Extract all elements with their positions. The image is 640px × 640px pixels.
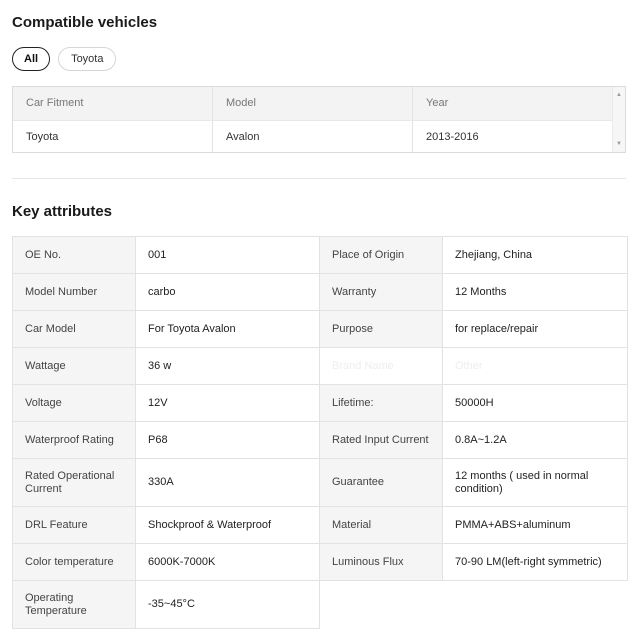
attribute-label: Rated Input Current (319, 421, 443, 459)
table-row: Rated Operational Current 330A Guarantee… (12, 458, 628, 507)
table-row: Color temperature 6000K-7000K Luminous F… (12, 543, 628, 581)
attribute-value: 36 w (135, 347, 320, 385)
attribute-label: Rated Operational Current (12, 458, 136, 507)
filter-chip-all[interactable]: All (12, 47, 51, 71)
table-row: Waterproof Rating P68 Rated Input Curren… (12, 421, 628, 459)
attribute-value: 12 months ( used in normal condition) (442, 458, 628, 507)
attribute-label: Wattage (12, 347, 136, 385)
attribute-label: Material (319, 506, 443, 544)
attribute-value-faded: Other (442, 347, 628, 385)
compatible-vehicles-title: Compatible vehicles (12, 14, 158, 31)
attribute-value: P68 (135, 421, 320, 459)
attribute-label: Car Model (12, 310, 136, 348)
table-row: Car Model For Toyota Avalon Purpose for … (12, 310, 628, 348)
table-row: Toyota Avalon 2013-2016 (13, 121, 625, 152)
attribute-label: Lifetime: (319, 384, 443, 422)
table-row: Voltage 12V Lifetime: 50000H (12, 384, 628, 422)
attribute-label: Purpose (319, 310, 443, 348)
fitment-scrollbar[interactable]: ▲ ▼ (612, 87, 625, 152)
section-divider (12, 178, 626, 179)
attribute-value: PMMA+ABS+aluminum (442, 506, 628, 544)
table-row: Wattage 36 w Brand Name Other (12, 347, 628, 385)
attribute-label: Place of Origin (319, 236, 443, 274)
attribute-label: Color temperature (12, 543, 136, 581)
attribute-value: for replace/repair (442, 310, 628, 348)
table-row: Operating Temperature -35~45°C (12, 580, 628, 629)
empty-cell (442, 580, 628, 629)
attribute-label: Waterproof Rating (12, 421, 136, 459)
attribute-label: Voltage (12, 384, 136, 422)
key-attributes-table: OE No. 001 Place of Origin Zhejiang, Chi… (12, 236, 628, 629)
empty-cell (319, 580, 443, 629)
column-header-car-fitment: Car Fitment (13, 87, 213, 120)
attribute-label: Operating Temperature (12, 580, 136, 629)
year-cell: 2013-2016 (426, 131, 479, 143)
attribute-value: carbo (135, 273, 320, 311)
table-row: DRL Feature Shockproof & Waterproof Mate… (12, 506, 628, 544)
table-row: Model Number carbo Warranty 12 Months (12, 273, 628, 311)
fitment-table: Car Fitment Model Year Toyota Avalon 201… (12, 86, 626, 153)
attribute-label: Warranty (319, 273, 443, 311)
model-cell: Avalon (213, 121, 413, 152)
attribute-value: 330A (135, 458, 320, 507)
attribute-value: -35~45°C (135, 580, 320, 629)
fitment-cell: Toyota (13, 121, 213, 152)
attribute-value: Zhejiang, China (442, 236, 628, 274)
attribute-value: Shockproof & Waterproof (135, 506, 320, 544)
attribute-label: Guarantee (319, 458, 443, 507)
attribute-value: 6000K-7000K (135, 543, 320, 581)
column-header-year: Year (426, 97, 449, 109)
attribute-value: 70-90 LM(left-right symmetric) (442, 543, 628, 581)
scroll-down-icon[interactable]: ▼ (615, 140, 623, 148)
column-header-model: Model (213, 87, 413, 120)
filter-chip-toyota[interactable]: Toyota (58, 47, 117, 71)
attribute-value: 0.8A~1.2A (442, 421, 628, 459)
scroll-up-icon[interactable]: ▲ (615, 91, 623, 99)
attribute-value: For Toyota Avalon (135, 310, 320, 348)
attribute-value: 12V (135, 384, 320, 422)
vehicle-filter-chips: All Toyota (12, 47, 117, 71)
attribute-label-faded: Brand Name (319, 347, 443, 385)
attribute-value: 50000H (442, 384, 628, 422)
attribute-label: DRL Feature (12, 506, 136, 544)
attribute-label: Luminous Flux (319, 543, 443, 581)
key-attributes-title: Key attributes (12, 203, 113, 220)
attribute-value: 001 (135, 236, 320, 274)
fitment-table-header: Car Fitment Model Year (13, 87, 625, 121)
attribute-label: OE No. (12, 236, 136, 274)
attribute-value: 12 Months (442, 273, 628, 311)
attribute-label: Model Number (12, 273, 136, 311)
table-row: OE No. 001 Place of Origin Zhejiang, Chi… (12, 236, 628, 274)
